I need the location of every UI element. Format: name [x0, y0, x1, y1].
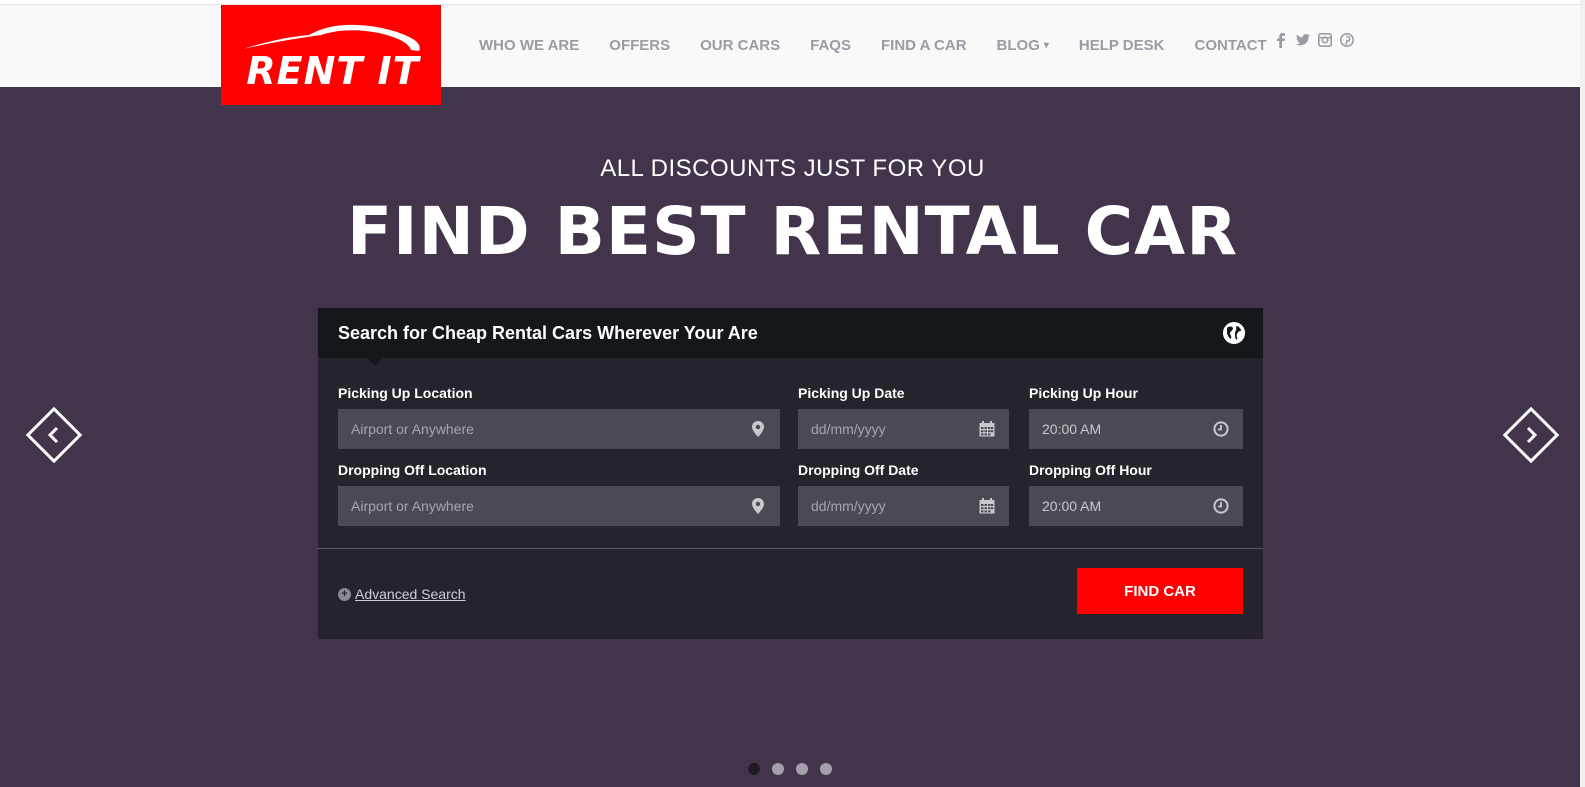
clock-icon [1211, 419, 1231, 439]
pickup-hour-value: 20:00 AM [1042, 421, 1102, 437]
brand-logo[interactable]: RENT IT [221, 5, 441, 105]
search-panel-title: Search for Cheap Rental Cars Wherever Yo… [338, 323, 758, 343]
pickup-date-label: Picking Up Date [798, 385, 905, 401]
instagram-icon[interactable] [1318, 32, 1332, 48]
search-panel: Search for Cheap Rental Cars Wherever Yo… [318, 308, 1263, 639]
nav-label: CONTACT [1194, 36, 1267, 54]
pickup-date-placeholder: dd/mm/yyyy [811, 421, 886, 437]
map-marker-icon [748, 496, 768, 516]
nav-label: OFFERS [609, 36, 671, 54]
advanced-search-label: Advanced Search [355, 586, 466, 602]
dropoff-date-placeholder: dd/mm/yyyy [811, 498, 886, 514]
slide-dot-3[interactable] [796, 763, 808, 775]
page-scrollbar[interactable] [1580, 0, 1585, 787]
calendar-icon [977, 496, 997, 516]
caret-down-icon: ▾ [1043, 39, 1049, 51]
slide-dot-2[interactable] [772, 763, 784, 775]
nav-item-who-we-are[interactable]: WHO WE ARE [479, 37, 579, 54]
hero-subtitle: ALL DISCOUNTS JUST FOR YOU [600, 155, 985, 182]
dropoff-location-placeholder: Airport or Anywhere [351, 498, 474, 514]
nav-label: FAQS [810, 36, 851, 54]
nav-item-blog[interactable]: BLOG ▾ [997, 37, 1049, 54]
calendar-icon [977, 419, 997, 439]
slider-prev-button[interactable] [25, 406, 83, 464]
nav-label: BLOG [996, 36, 1040, 54]
dropoff-date-label: Dropping Off Date [798, 462, 919, 478]
pickup-location-label: Picking Up Location [338, 385, 473, 401]
nav-item-faqs[interactable]: FAQS [810, 37, 851, 54]
slide-dot-4[interactable] [820, 763, 832, 775]
twitter-icon[interactable] [1296, 32, 1310, 48]
pickup-hour-input[interactable]: 20:00 AM [1029, 409, 1243, 449]
dropoff-location-input[interactable]: Airport or Anywhere [338, 486, 780, 526]
nav-item-our-cars[interactable]: OUR CARS [700, 37, 780, 54]
facebook-icon[interactable] [1274, 32, 1288, 48]
main-nav: WHO WE ARE OFFERS OUR CARS FAQS FIND A C… [479, 30, 1297, 60]
pickup-location-placeholder: Airport or Anywhere [351, 421, 474, 437]
social-links [1274, 32, 1354, 48]
plus-circle-icon: + [338, 587, 351, 601]
map-marker-icon [748, 419, 768, 439]
slider-next-button[interactable] [1502, 406, 1560, 464]
find-car-button[interactable]: FIND CAR [1077, 568, 1243, 614]
nav-item-help-desk[interactable]: HELP DESK [1079, 37, 1165, 54]
pinterest-icon[interactable] [1340, 32, 1354, 48]
search-panel-header: Search for Cheap Rental Cars Wherever Yo… [318, 308, 1263, 366]
brand-name: RENT IT [246, 49, 420, 93]
hero-title: FIND BEST RENTAL CAR [346, 193, 1239, 270]
nav-label: HELP DESK [1078, 36, 1165, 54]
advanced-search-link[interactable]: + Advanced Search [338, 586, 466, 602]
panel-divider [318, 548, 1263, 549]
dropoff-hour-label: Dropping Off Hour [1029, 462, 1152, 478]
nav-item-offers[interactable]: OFFERS [609, 37, 670, 54]
nav-label: FIND A CAR [880, 36, 967, 54]
slide-dot-1[interactable] [748, 763, 760, 775]
pickup-date-input[interactable]: dd/mm/yyyy [798, 409, 1009, 449]
dropoff-hour-input[interactable]: 20:00 AM [1029, 486, 1243, 526]
nav-label: WHO WE ARE [479, 36, 580, 54]
clock-icon [1211, 496, 1231, 516]
nav-label: OUR CARS [700, 36, 781, 54]
dropoff-hour-value: 20:00 AM [1042, 498, 1102, 514]
pickup-hour-label: Picking Up Hour [1029, 385, 1138, 401]
slider-pagination [748, 763, 832, 775]
nav-item-find-a-car[interactable]: FIND A CAR [881, 37, 967, 54]
globe-icon[interactable] [1223, 322, 1245, 344]
header-notch [367, 358, 383, 366]
pickup-location-input[interactable]: Airport or Anywhere [338, 409, 780, 449]
dropoff-location-label: Dropping Off Location [338, 462, 487, 478]
nav-item-contact[interactable]: CONTACT [1194, 37, 1266, 54]
dropoff-date-input[interactable]: dd/mm/yyyy [798, 486, 1009, 526]
